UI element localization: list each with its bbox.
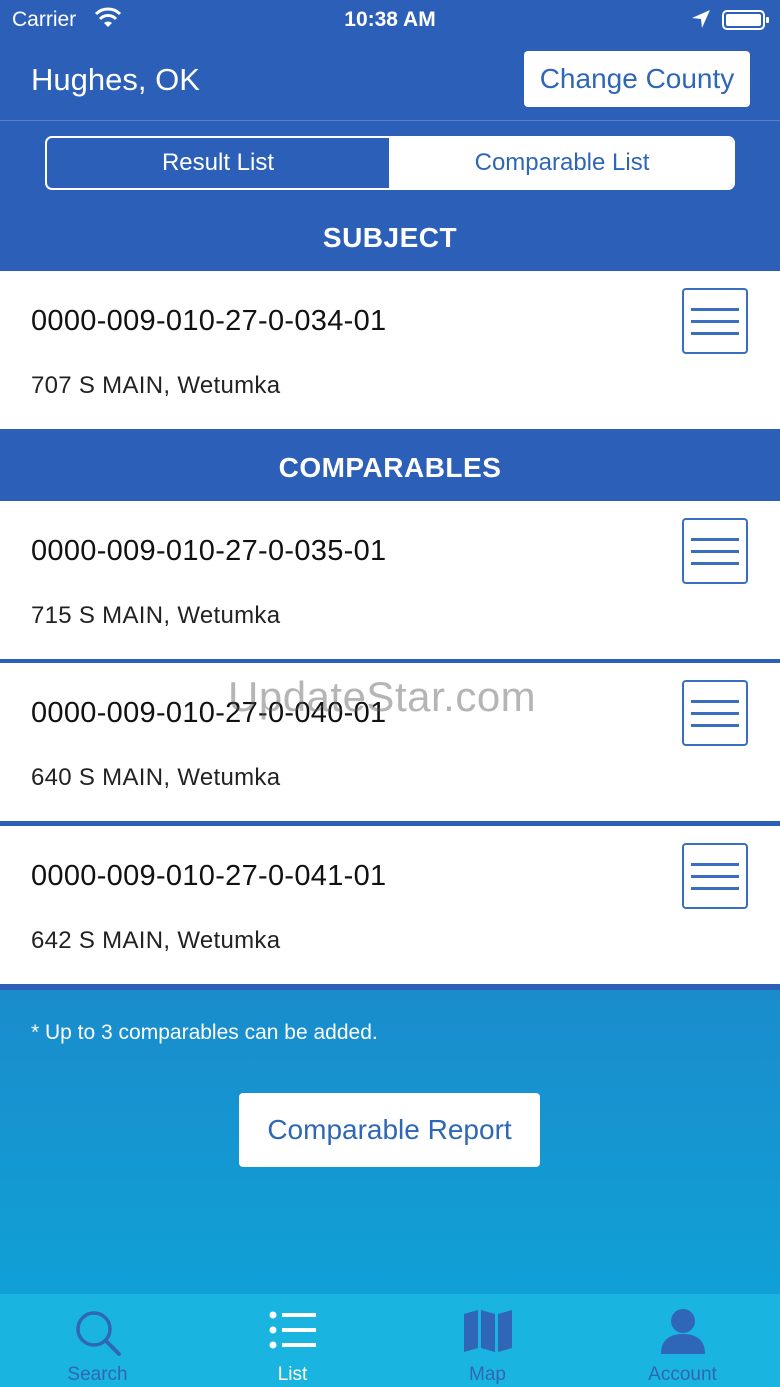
tab-label: List xyxy=(277,1364,308,1385)
search-icon xyxy=(73,1308,123,1363)
parcel-number: 0000-009-010-27-0-035-01 xyxy=(31,535,387,567)
tab-bar: Search List Map Account xyxy=(0,1294,780,1387)
comparable-report-button[interactable]: Comparable Report xyxy=(239,1093,540,1167)
clock: 10:38 AM xyxy=(344,8,436,31)
account-icon xyxy=(658,1308,708,1361)
comparable-row[interactable]: 0000-009-010-27-0-040-01 640 S MAIN, Wet… xyxy=(0,663,780,823)
parcel-address: 715 S MAIN, Wetumka xyxy=(31,602,281,629)
tab-label: Search xyxy=(67,1364,128,1385)
tab-label: Account xyxy=(648,1364,717,1385)
hamburger-icon xyxy=(691,307,739,311)
comparable-row[interactable]: 0000-009-010-27-0-035-01 715 S MAIN, Wet… xyxy=(0,501,780,661)
row-menu-button[interactable] xyxy=(682,843,748,909)
change-county-button[interactable]: Change County xyxy=(524,51,750,107)
page-title: Hughes, OK xyxy=(31,62,200,97)
comparables-limit-note: * Up to 3 comparables can be added. xyxy=(31,1021,378,1044)
subject-row[interactable]: 0000-009-010-27-0-034-01 707 S MAIN, Wet… xyxy=(0,271,780,431)
row-menu-button[interactable] xyxy=(682,680,748,746)
list-icon xyxy=(268,1308,318,1359)
hamburger-icon xyxy=(691,537,739,541)
comparables-section-header: COMPARABLES xyxy=(278,452,502,483)
tab-map[interactable]: Map xyxy=(390,1294,585,1387)
list-segmented-control: Result List Comparable List xyxy=(45,136,735,190)
tab-list[interactable]: List xyxy=(195,1294,390,1387)
parcel-number: 0000-009-010-27-0-040-01 xyxy=(31,697,387,729)
comparable-row[interactable]: 0000-009-010-27-0-041-01 642 S MAIN, Wet… xyxy=(0,826,780,986)
location-arrow-icon xyxy=(690,8,712,36)
row-menu-button[interactable] xyxy=(682,518,748,584)
segment-result-list[interactable]: Result List xyxy=(47,138,391,188)
tab-account[interactable]: Account xyxy=(585,1294,780,1387)
hamburger-icon xyxy=(691,699,739,703)
row-menu-button[interactable] xyxy=(682,288,748,354)
tab-search[interactable]: Search xyxy=(0,1294,195,1387)
status-bar: Carrier 10:38 AM xyxy=(0,0,780,40)
parcel-address: 707 S MAIN, Wetumka xyxy=(31,372,281,399)
navigation-bar: Hughes, OK Change County xyxy=(0,40,780,121)
tab-label: Map xyxy=(469,1364,506,1385)
parcel-address: 640 S MAIN, Wetumka xyxy=(31,764,281,791)
map-icon xyxy=(462,1308,514,1359)
parcel-address: 642 S MAIN, Wetumka xyxy=(31,927,281,954)
parcel-number: 0000-009-010-27-0-034-01 xyxy=(31,305,387,337)
subject-section-header: SUBJECT xyxy=(322,222,458,253)
battery-icon xyxy=(722,9,770,37)
hamburger-icon xyxy=(691,862,739,866)
parcel-number: 0000-009-010-27-0-041-01 xyxy=(31,860,387,892)
segment-comparable-list[interactable]: Comparable List xyxy=(391,138,733,188)
